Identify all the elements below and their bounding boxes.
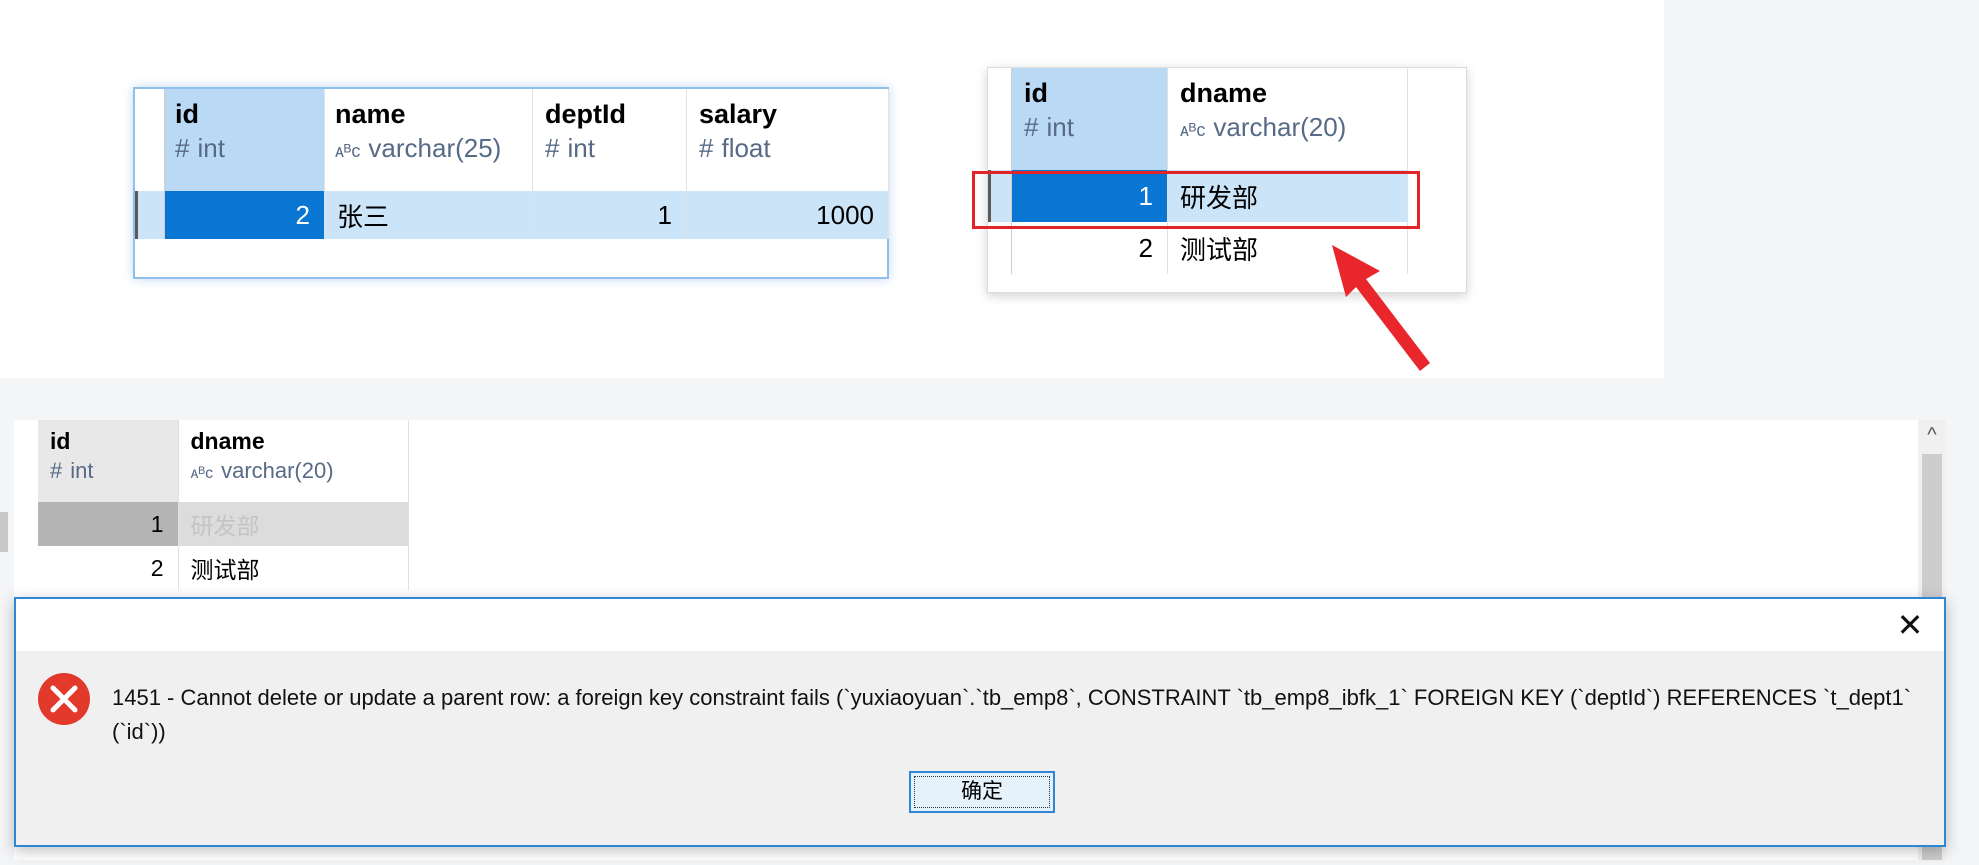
row-indicator[interactable] — [135, 191, 165, 239]
table-row[interactable]: 2 张三 1 1000 — [135, 191, 889, 239]
highlight-box — [972, 171, 1420, 229]
ok-button[interactable]: 确定 — [909, 771, 1055, 813]
cell-dname[interactable]: 测试部 — [178, 546, 409, 590]
red-arrow-icon — [1332, 245, 1430, 371]
scroll-up-icon[interactable]: ^ — [1918, 420, 1946, 450]
cell-id[interactable]: 2 — [1011, 222, 1168, 274]
cell-id[interactable]: 1 — [38, 502, 179, 546]
row-edit-marker — [0, 512, 8, 552]
column-header-id[interactable]: id # int — [164, 89, 325, 191]
column-type-label: varchar(25) — [368, 133, 502, 163]
table-row[interactable]: 2 测试部 — [38, 546, 409, 590]
cell-id[interactable]: 2 — [38, 546, 179, 590]
number-type-icon: # — [545, 133, 560, 163]
column-type-label: varchar(20) — [1213, 112, 1347, 142]
top-screenshot-panel: id # int name ᴀᴮᴄ varchar(25) deptId # int … — [0, 0, 1664, 378]
column-type-label: float — [721, 133, 771, 163]
column-type-label: int — [70, 458, 94, 483]
number-type-icon: # — [50, 458, 63, 483]
row-indicator[interactable] — [989, 222, 1012, 274]
column-header-id[interactable]: id # int — [1011, 68, 1168, 170]
column-header-name[interactable]: name ᴀᴮᴄ varchar(25) — [324, 89, 533, 191]
text-type-icon: ᴀᴮᴄ — [335, 141, 361, 161]
error-icon — [38, 673, 90, 725]
cell-deptid[interactable]: 1 — [532, 191, 687, 239]
table-row[interactable]: 1 研发部 — [38, 502, 409, 546]
result-grid-table: id # int dname ᴀᴮᴄ varchar(20) 1 研发部 2 测试部 — [38, 420, 409, 590]
column-header-id[interactable]: id # int — [38, 420, 179, 502]
cell-salary[interactable]: 1000 — [686, 191, 889, 239]
column-type-label: int — [197, 133, 225, 163]
emp-table-grid: id # int name ᴀᴮᴄ varchar(25) deptId # int … — [133, 87, 889, 279]
cell-id[interactable]: 2 — [164, 191, 325, 239]
error-message: 1451 - Cannot delete or update a parent … — [112, 685, 1912, 744]
row-header-gutter — [989, 68, 1012, 170]
column-type-label: int — [567, 133, 595, 163]
row-header-gutter — [136, 89, 165, 191]
text-type-icon: ᴀᴮᴄ — [1180, 120, 1206, 140]
column-type-label: varchar(20) — [221, 458, 334, 483]
number-type-icon: # — [1024, 112, 1039, 142]
cell-name[interactable]: 张三 — [324, 191, 533, 239]
number-type-icon: # — [699, 133, 714, 163]
column-header-deptid[interactable]: deptId # int — [532, 89, 687, 191]
cell-dname[interactable]: 研发部 — [178, 502, 409, 546]
column-header-dname[interactable]: dname ᴀᴮᴄ varchar(20) — [178, 420, 409, 502]
number-type-icon: # — [175, 133, 190, 163]
column-type-label: int — [1046, 112, 1074, 142]
emp-grid-table: id # int name ᴀᴮᴄ varchar(25) deptId # int … — [135, 89, 889, 239]
error-dialog: ✕ 1451 - Cannot delete or update a paren… — [14, 597, 1946, 847]
column-header-salary[interactable]: salary # float — [686, 89, 889, 191]
close-icon[interactable]: ✕ — [1892, 607, 1928, 643]
column-header-dname[interactable]: dname ᴀᴮᴄ varchar(20) — [1167, 68, 1408, 170]
text-type-icon: ᴀᴮᴄ — [190, 465, 214, 482]
